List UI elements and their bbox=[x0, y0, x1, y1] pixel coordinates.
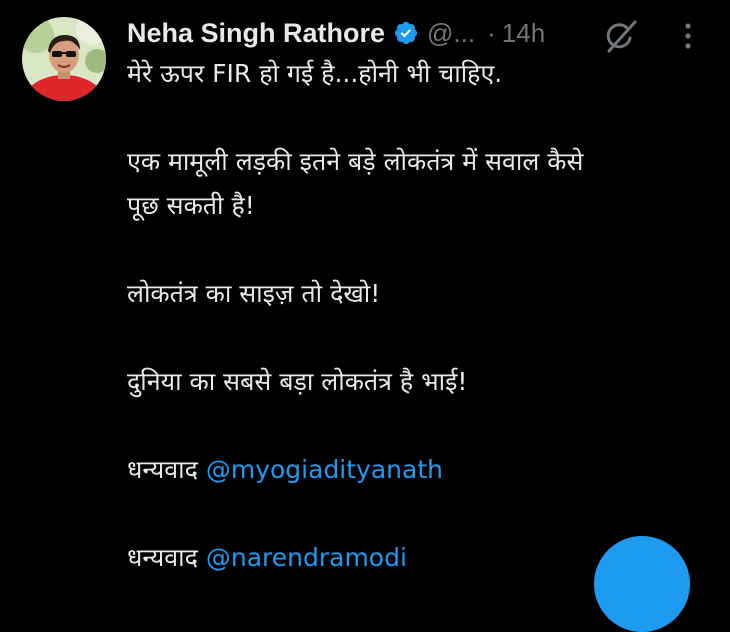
tweet-text: मेरे ऊपर FIR हो गई है...होनी भी चाहिए. ए… bbox=[127, 52, 717, 580]
grok-icon[interactable] bbox=[605, 19, 637, 53]
avatar[interactable] bbox=[22, 17, 106, 101]
mention-link[interactable]: @myogiadityanath bbox=[206, 455, 443, 484]
author-name[interactable]: Neha Singh Rathore bbox=[127, 18, 385, 49]
mention-link[interactable]: @narendramodi bbox=[206, 543, 407, 572]
tweet-line: दुनिया का सबसे बड़ा लोकतंत्र है भाई! bbox=[127, 367, 468, 396]
tweet-header: Neha Singh Rathore @... · 14h bbox=[127, 14, 545, 52]
thanks-text: धन्यवाद bbox=[127, 455, 206, 484]
tweet-line: पूछ सकती है! bbox=[127, 191, 255, 220]
compose-button[interactable] bbox=[594, 536, 690, 632]
thanks-text: धन्यवाद bbox=[127, 543, 206, 572]
more-vertical-icon[interactable] bbox=[678, 20, 698, 52]
separator-dot: · bbox=[487, 17, 496, 48]
tweet[interactable]: Neha Singh Rathore @... · 14h मेरे ऊपर F… bbox=[0, 0, 730, 632]
avatar-image bbox=[22, 17, 106, 101]
tweet-line: लोकतंत्र का साइज़ तो देखो! bbox=[127, 279, 381, 308]
thanks-line-1: धन्यवाद @myogiadityanath bbox=[127, 448, 717, 492]
timestamp[interactable]: 14h bbox=[502, 18, 545, 49]
tweet-line: मेरे ऊपर FIR हो गई है...होनी भी चाहिए. bbox=[127, 59, 503, 88]
author-handle[interactable]: @... bbox=[427, 18, 475, 49]
tweet-line: एक मामूली लड़की इतने बड़े लोकतंत्र में स… bbox=[127, 147, 584, 176]
verified-badge-icon[interactable] bbox=[393, 20, 419, 46]
